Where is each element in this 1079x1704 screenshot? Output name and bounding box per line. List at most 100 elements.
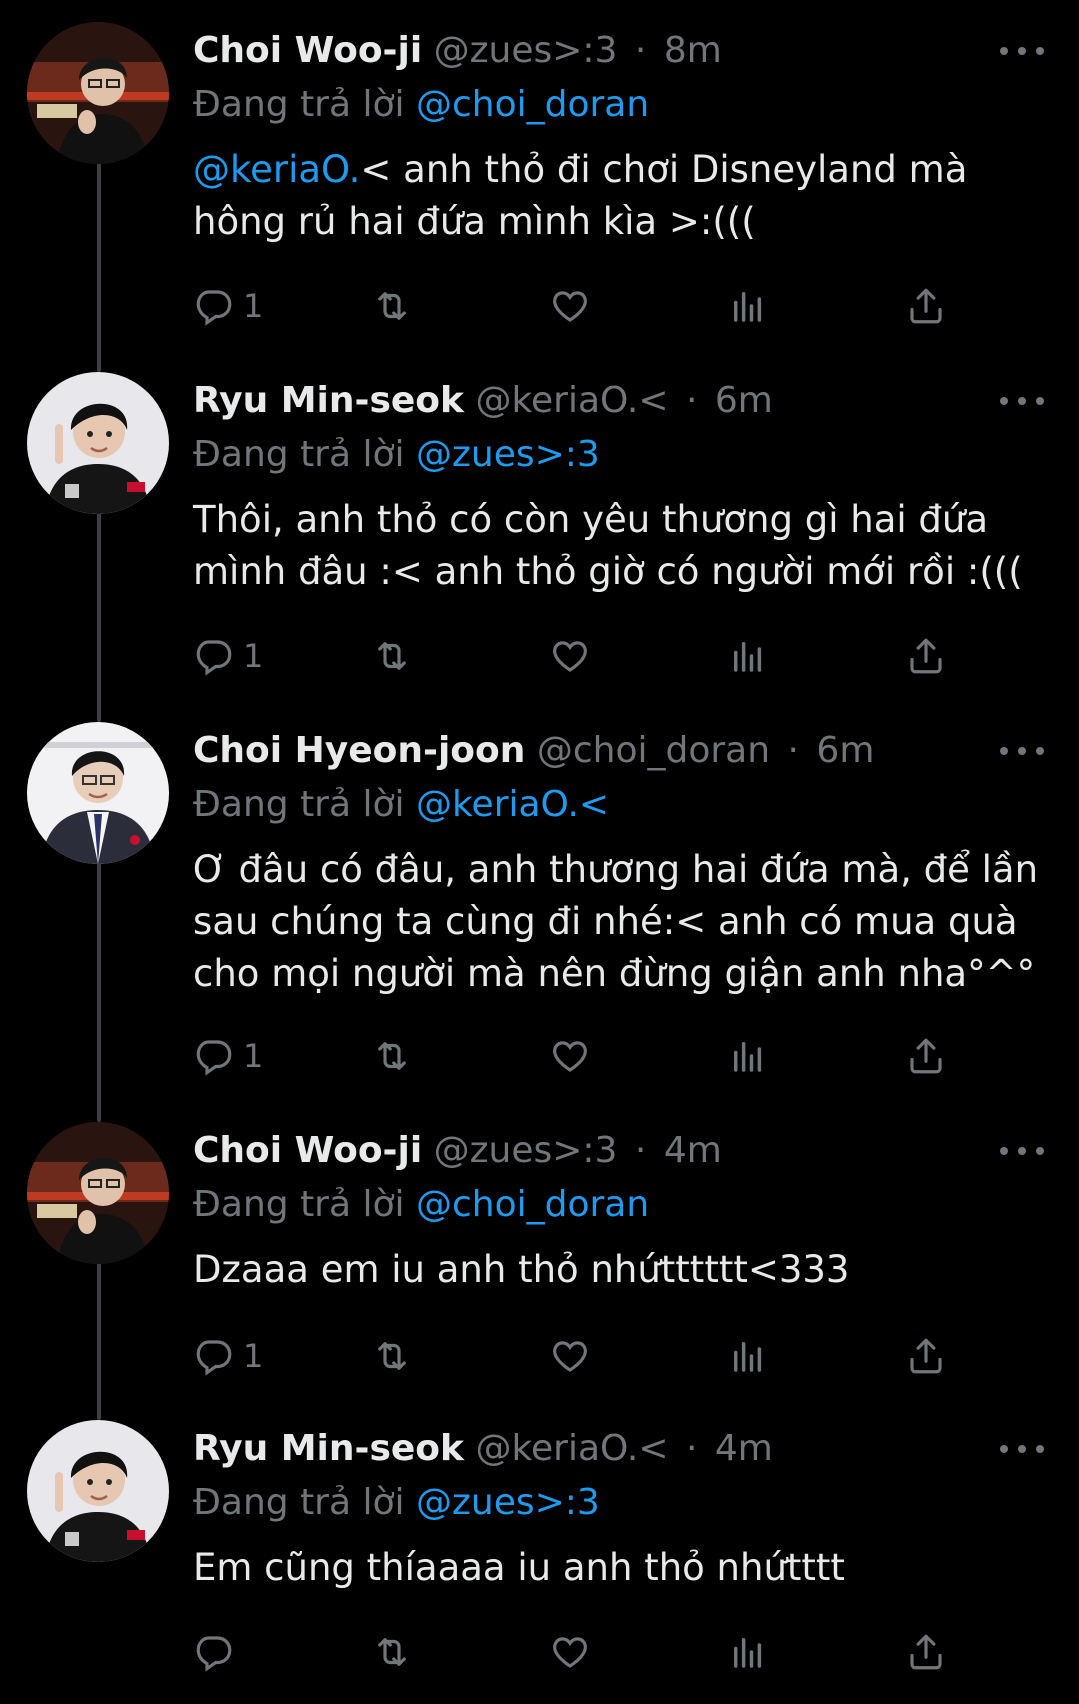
action-bar	[193, 1628, 1023, 1676]
reply-button[interactable]: 1	[193, 632, 263, 680]
tweet-header: Choi Hyeon-joon @choi_doran · 6m	[193, 726, 874, 776]
avatar[interactable]	[27, 1122, 169, 1264]
retweet-icon	[378, 1042, 406, 1070]
share-button[interactable]	[905, 1332, 947, 1380]
separator: ·	[685, 380, 698, 421]
retweet-button[interactable]	[371, 1628, 413, 1676]
replying-to-mention[interactable]: @choi_doran	[416, 1184, 649, 1225]
tweet-header: Ryu Min-seok @keriaO.< · 4m	[193, 1424, 773, 1474]
display-name[interactable]: Ryu Min-seok	[193, 1428, 464, 1469]
views-icon	[734, 1638, 762, 1668]
tweet-header: Ryu Min-seok @keriaO.< · 6m	[193, 376, 773, 426]
avatar[interactable]	[27, 722, 169, 864]
reply-button[interactable]	[193, 1628, 243, 1676]
views-icon	[734, 1042, 762, 1072]
timestamp[interactable]: 6m	[816, 730, 874, 771]
avatar[interactable]	[27, 1420, 169, 1562]
reply-count: 1	[243, 637, 264, 675]
display-name[interactable]: Choi Woo-ji	[193, 30, 422, 71]
display-name[interactable]: Ryu Min-seok	[193, 380, 464, 421]
tweet-text: Dzaaa em iu anh thỏ nhứtttttt<333	[193, 1248, 850, 1291]
retweet-button[interactable]	[371, 282, 413, 330]
replying-to-mention[interactable]: @zues>:3	[416, 434, 600, 475]
separator: ·	[787, 730, 799, 771]
avatar[interactable]	[27, 372, 169, 514]
replying-to: Đang trả lời @keriaO.<	[193, 780, 609, 830]
like-button[interactable]	[549, 632, 591, 680]
timestamp[interactable]: 4m	[664, 1130, 722, 1171]
display-name[interactable]: Choi Woo-ji	[193, 1130, 422, 1171]
avatar[interactable]	[27, 22, 169, 164]
timestamp[interactable]: 6m	[715, 380, 773, 421]
reply-button[interactable]: 1	[193, 1032, 263, 1080]
more-icon[interactable]	[1000, 1434, 1044, 1464]
more-icon[interactable]	[1000, 1136, 1044, 1166]
retweet-icon	[378, 1342, 406, 1370]
retweet-icon	[378, 642, 406, 670]
replying-to-mention[interactable]: @zues>:3	[416, 1482, 600, 1523]
replying-prefix: Đang trả lời	[193, 434, 405, 475]
views-button[interactable]	[727, 1032, 769, 1080]
share-button[interactable]	[905, 632, 947, 680]
share-button[interactable]	[905, 1032, 947, 1080]
retweet-icon	[378, 1638, 406, 1666]
tweet-header: Choi Woo-ji @zues>:3 · 4m	[193, 1126, 722, 1176]
replying-to-mention[interactable]: @keriaO.<	[416, 784, 609, 825]
tweet[interactable]: Ryu Min-seok @keriaO.< · 6m Đang trả lời…	[0, 372, 1079, 692]
like-button[interactable]	[549, 1332, 591, 1380]
doran-avatar-image	[27, 722, 169, 864]
timestamp[interactable]: 4m	[715, 1428, 773, 1469]
retweet-button[interactable]	[371, 1032, 413, 1080]
like-button[interactable]	[549, 1628, 591, 1676]
replying-to: Đang trả lời @choi_doran	[193, 1180, 649, 1230]
share-icon	[910, 1338, 942, 1374]
tweet[interactable]: Choi Woo-ji @zues>:3 · 8m Đang trả lời @…	[0, 22, 1079, 342]
user-handle[interactable]: @choi_doran	[537, 730, 770, 771]
retweet-button[interactable]	[371, 1332, 413, 1380]
views-button[interactable]	[727, 1628, 769, 1676]
share-button[interactable]	[905, 282, 947, 330]
action-bar: 1	[193, 1332, 1023, 1380]
more-icon[interactable]	[1000, 736, 1044, 766]
views-button[interactable]	[727, 1332, 769, 1380]
body-mention[interactable]: @keriaO.	[193, 148, 360, 191]
like-button[interactable]	[549, 282, 591, 330]
share-button[interactable]	[905, 1628, 947, 1676]
like-icon	[553, 1637, 587, 1668]
user-handle[interactable]: @keriaO.<	[475, 380, 668, 421]
views-button[interactable]	[727, 282, 769, 330]
reply-button[interactable]: 1	[193, 282, 263, 330]
share-icon	[910, 1634, 942, 1670]
separator: ·	[685, 1428, 698, 1469]
tweet[interactable]: Ryu Min-seok @keriaO.< · 4m Đang trả lời…	[0, 1420, 1079, 1700]
tweet-header: Choi Woo-ji @zues>:3 · 8m	[193, 26, 722, 76]
zues-avatar-image	[27, 22, 169, 164]
like-icon	[553, 291, 587, 322]
replying-prefix: Đang trả lời	[193, 1184, 405, 1225]
user-handle[interactable]: @zues>:3	[434, 30, 618, 71]
views-button[interactable]	[727, 632, 769, 680]
like-button[interactable]	[549, 1032, 591, 1080]
reply-button[interactable]: 1	[193, 1332, 263, 1380]
replying-to: Đang trả lời @choi_doran	[193, 80, 649, 130]
tweet-text: @keriaO.< anh thỏ đi chơi Disneyland mà …	[193, 144, 1043, 248]
views-icon	[734, 642, 762, 672]
more-icon[interactable]	[1000, 36, 1044, 66]
reply-icon	[196, 1340, 232, 1376]
share-icon	[910, 638, 942, 674]
reply-count: 1	[243, 1337, 264, 1375]
tweet[interactable]: Choi Hyeon-joon @choi_doran · 6m Đang tr…	[0, 722, 1079, 1092]
reply-icon	[196, 640, 232, 676]
user-handle[interactable]: @keriaO.<	[475, 1428, 668, 1469]
display-name[interactable]: Choi Hyeon-joon	[193, 730, 525, 771]
timestamp[interactable]: 8m	[664, 30, 722, 71]
user-handle[interactable]: @zues>:3	[434, 1130, 618, 1171]
retweet-button[interactable]	[371, 632, 413, 680]
more-icon[interactable]	[1000, 386, 1044, 416]
replying-to: Đang trả lời @zues>:3	[193, 430, 600, 480]
reply-count: 1	[243, 1037, 264, 1075]
tweet[interactable]: Choi Woo-ji @zues>:3 · 4m Đang trả lời @…	[0, 1122, 1079, 1392]
replying-prefix: Đang trả lời	[193, 784, 405, 825]
like-icon	[553, 641, 587, 672]
replying-to-mention[interactable]: @choi_doran	[416, 84, 649, 125]
